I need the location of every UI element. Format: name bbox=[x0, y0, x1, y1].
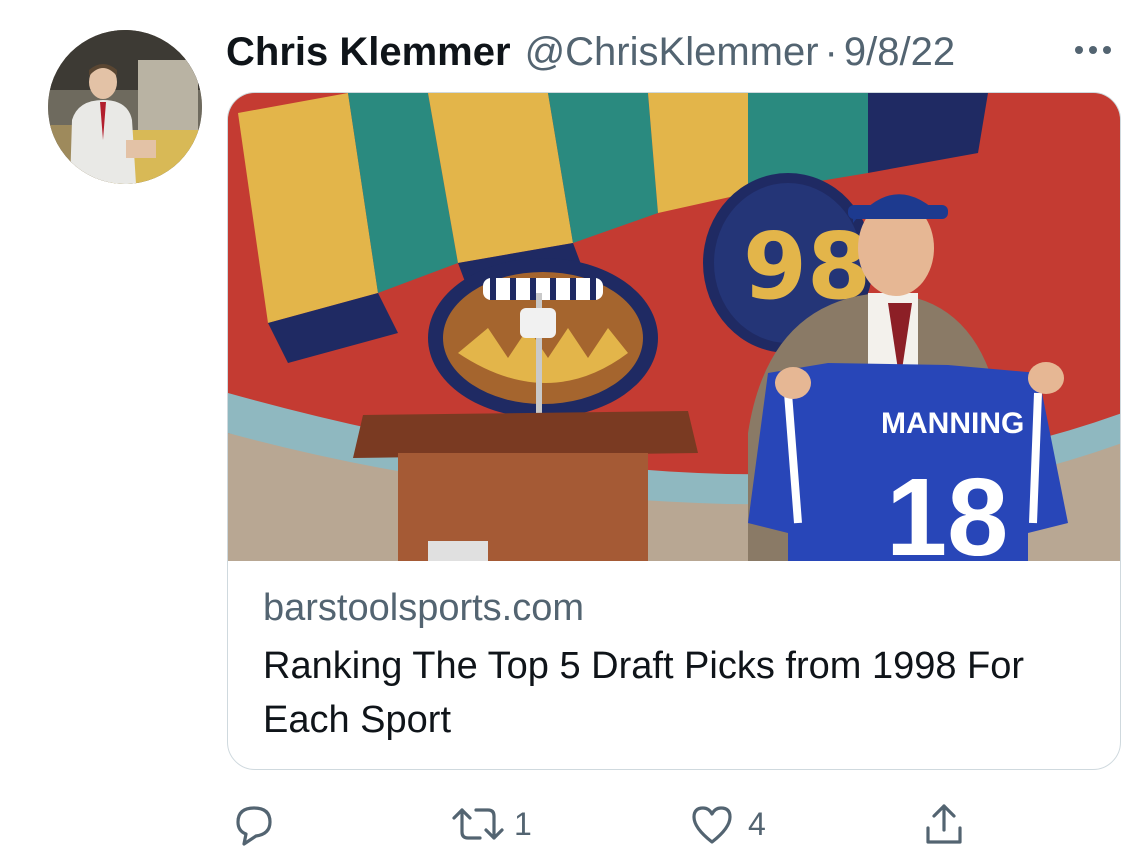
avatar-photo bbox=[48, 30, 202, 184]
card-meta: barstoolsports.com Ranking The Top 5 Dra… bbox=[263, 583, 1103, 747]
card-domain: barstoolsports.com bbox=[263, 587, 585, 629]
card-image: 98 MANNING 18 bbox=[228, 93, 1120, 561]
card-title: Ranking The Top 5 Draft Picks from 1998 … bbox=[263, 645, 1025, 741]
heart-icon bbox=[684, 796, 740, 852]
more-options-button[interactable] bbox=[1066, 30, 1120, 70]
reply-button[interactable] bbox=[226, 796, 282, 852]
retweet-icon bbox=[450, 796, 506, 852]
tweet-header: Chris Klemmer @ChrisKlemmer · 9/8/22 bbox=[226, 28, 1126, 76]
ellipsis-icon bbox=[1075, 46, 1111, 54]
retweet-button[interactable]: 1 bbox=[450, 796, 532, 852]
tweet-action-bar: 1 4 bbox=[226, 796, 1126, 852]
header-separator: · bbox=[824, 29, 838, 74]
tweet-date[interactable]: 9/8/22 bbox=[844, 30, 955, 75]
link-preview-card[interactable]: 98 MANNING 18 barstoolsports.com Ranking… bbox=[227, 92, 1121, 770]
share-icon bbox=[916, 796, 972, 852]
like-count: 4 bbox=[748, 805, 766, 842]
jersey-name: MANNING bbox=[881, 407, 1024, 440]
retweet-count: 1 bbox=[514, 805, 532, 842]
author-avatar[interactable] bbox=[48, 30, 202, 184]
like-button[interactable]: 4 bbox=[684, 796, 766, 852]
jersey-number: 18 bbox=[886, 456, 1008, 561]
author-handle[interactable]: @ChrisKlemmer bbox=[525, 30, 819, 75]
share-button[interactable] bbox=[916, 796, 972, 852]
author-display-name[interactable]: Chris Klemmer bbox=[226, 30, 511, 75]
reply-icon bbox=[226, 796, 282, 852]
